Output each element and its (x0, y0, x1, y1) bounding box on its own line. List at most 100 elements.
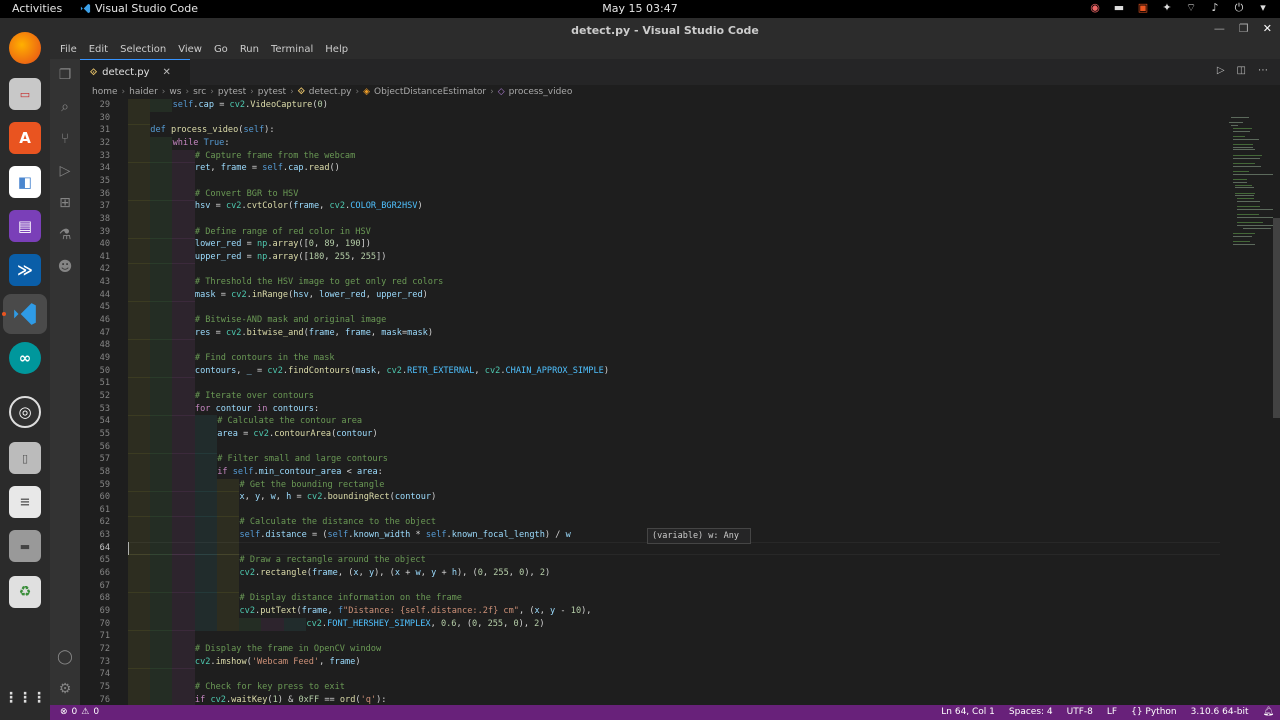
code-line[interactable]: 44 mask = cv2.inRange(hsv, lower_red, upp… (80, 288, 1225, 302)
code-line[interactable]: 36 # Convert BGR to HSV (80, 187, 1225, 201)
maximize-icon[interactable]: ❐ (1239, 22, 1249, 35)
code-line[interactable]: 39 # Define range of red color in HSV (80, 225, 1225, 239)
system-tray[interactable]: ◉ ▬ ▣ ✦ ⌔ ♪ ⏻ ▾ (1088, 1, 1270, 15)
show-apps-icon[interactable]: ⋮⋮⋮ (4, 682, 46, 714)
extensions-icon[interactable]: ⊞ (57, 195, 73, 211)
code-line[interactable]: 61 (80, 503, 1225, 517)
document-icon[interactable]: ≡ (9, 486, 41, 518)
breadcrumb-item[interactable]: home (92, 87, 118, 97)
python-interpreter[interactable]: 3.10.6 64-bit (1191, 707, 1249, 717)
code-line[interactable]: 54 # Calculate the contour area (80, 415, 1225, 429)
breadcrumb-item[interactable]: pytest (218, 87, 246, 97)
breadcrumb-item[interactable]: haider (129, 87, 158, 97)
title-bar[interactable]: detect.py - Visual Studio Code — ❐ ✕ (50, 18, 1280, 42)
code-line[interactable]: 75 # Check for key press to exit (80, 680, 1225, 694)
code-line[interactable]: 43 # Threshold the HSV image to get only … (80, 276, 1225, 290)
code-editor[interactable]: 29 self.cap = cv2.VideoCapture(0) 30 31 def … (80, 99, 1225, 705)
code-line[interactable]: 41 upper_red = np.array([180, 255, 255]) (80, 250, 1225, 264)
breadcrumb-item[interactable]: process_video (509, 87, 573, 97)
language-mode[interactable]: {} Python (1131, 707, 1177, 717)
files-icon[interactable]: ▭ (9, 78, 41, 110)
code-line[interactable]: 35 (80, 174, 1225, 188)
code-line[interactable]: 65 # Draw a rectangle around the object (80, 554, 1225, 568)
run-debug-icon[interactable]: ▷ (57, 163, 73, 179)
code-line[interactable]: 70 cv2.FONT_HERSHEY_SIMPLEX, 0.6, (0, 255… (80, 617, 1225, 631)
menu-go[interactable]: Go (208, 42, 234, 59)
menu-run[interactable]: Run (234, 42, 265, 59)
code-line[interactable]: 69 cv2.putText(frame, f"Distance: {self.d… (80, 605, 1225, 618)
drive-icon[interactable]: ▬ (9, 530, 41, 562)
code-line[interactable]: 49 # Find contours in the mask (80, 352, 1225, 365)
record-icon[interactable]: ◉ (1088, 1, 1102, 15)
minimap[interactable] (1225, 99, 1280, 705)
arduino-icon[interactable]: ∞ (9, 342, 41, 374)
code-line[interactable]: 53 for contour in contours: (80, 402, 1225, 416)
menu-file[interactable]: File (54, 42, 83, 59)
breadcrumb-item[interactable]: src (193, 87, 206, 97)
code-line[interactable]: 50 contours, _ = cv2.findContours(mask, c… (80, 364, 1225, 378)
menu-view[interactable]: View (172, 42, 208, 59)
problems-indicator[interactable]: ⊗ 0 ⚠ 0 (60, 707, 99, 717)
flathub-icon[interactable]: ◧ (9, 166, 41, 198)
scrollbar-thumb[interactable] (1273, 218, 1280, 418)
usb-drive-icon[interactable]: ▯ (9, 442, 41, 474)
menu-edit[interactable]: Edit (83, 42, 114, 59)
volume-icon[interactable]: ♪ (1208, 1, 1222, 15)
breadcrumb-item[interactable]: ObjectDistanceEstimator (374, 87, 486, 97)
power-icon[interactable]: ⏻ (1232, 1, 1246, 15)
settings-gear-icon[interactable]: ⚙ (57, 681, 73, 697)
code-line[interactable]: 67 (80, 579, 1225, 593)
network-icon[interactable]: ⌔ (1184, 1, 1198, 15)
run-python-file-icon[interactable]: ▷ (1217, 65, 1225, 76)
cursor-position[interactable]: Ln 64, Col 1 (941, 707, 995, 717)
media-icon[interactable]: ▣ (1136, 1, 1150, 15)
code-line[interactable]: 58 if self.min_contour_area < area: (80, 465, 1225, 479)
split-editor-icon[interactable]: ◫ (1237, 65, 1246, 76)
code-line[interactable]: 52 # Iterate over contours (80, 389, 1225, 403)
copilot-icon[interactable]: ☻ (57, 259, 73, 275)
search-icon[interactable]: ⌕ (57, 99, 73, 115)
code-line[interactable]: 71 (80, 630, 1225, 644)
notifications-bell-icon[interactable]: 🔔︎ (1263, 707, 1274, 717)
breadcrumb-item[interactable]: ws (169, 87, 181, 97)
code-line[interactable]: 74 (80, 668, 1225, 682)
code-line[interactable]: 34 ret, frame = self.cap.read() (80, 162, 1225, 176)
code-line[interactable]: 73 cv2.imshow('Webcam Feed', frame) (80, 655, 1225, 669)
code-line[interactable]: 42 (80, 263, 1225, 277)
activities-button[interactable]: Activities (12, 2, 62, 15)
accessibility-icon[interactable]: ✦ (1160, 1, 1174, 15)
code-line[interactable]: 33 # Capture frame from the webcam (80, 149, 1225, 163)
close-icon[interactable]: ✕ (1263, 22, 1272, 35)
firefox-icon[interactable] (9, 32, 41, 64)
close-tab-icon[interactable]: ✕ (163, 67, 171, 78)
code-line[interactable]: 31 def process_video(self): (80, 124, 1225, 138)
code-line[interactable]: 72 # Display the frame in OpenCV window (80, 642, 1225, 656)
code-line[interactable]: 55 area = cv2.contourArea(contour) (80, 427, 1225, 441)
screen-icon[interactable]: ▬ (1112, 1, 1126, 15)
breadcrumb-item[interactable]: pytest (258, 87, 286, 97)
code-line[interactable]: 56 (80, 440, 1225, 454)
code-line[interactable]: 30 (80, 111, 1225, 125)
account-icon[interactable]: ◯ (57, 649, 73, 665)
text-editor-icon[interactable]: ▤ (9, 210, 41, 242)
code-line[interactable]: 47 res = cv2.bitwise_and(frame, frame, ma… (80, 326, 1225, 340)
code-line[interactable]: 37 hsv = cv2.cvtColor(frame, cv2.COLOR_BG… (80, 200, 1225, 214)
code-line[interactable]: 51 (80, 377, 1225, 391)
menu-selection[interactable]: Selection (114, 42, 172, 59)
app-menu[interactable]: Visual Studio Code (80, 2, 198, 15)
code-line[interactable]: 45 (80, 301, 1225, 315)
code-line[interactable]: 32 while True: (80, 136, 1225, 150)
vscode-icon[interactable] (9, 298, 41, 330)
tab-detect-py[interactable]: ⟐ detect.py ✕ (80, 59, 190, 85)
code-line[interactable]: 38 (80, 212, 1225, 226)
chevron-down-icon[interactable]: ▾ (1256, 1, 1270, 15)
code-line[interactable]: 76 if cv2.waitKey(1) & 0xFF == ord('q'): (80, 693, 1225, 705)
minimize-icon[interactable]: — (1214, 22, 1225, 35)
software-center-icon[interactable]: A (9, 122, 41, 154)
code-line[interactable]: 57 # Filter small and large contours (80, 453, 1225, 467)
menu-terminal[interactable]: Terminal (265, 42, 319, 59)
source-control-icon[interactable]: ⑂ (57, 131, 73, 147)
indentation[interactable]: Spaces: 4 (1009, 707, 1053, 717)
breadcrumb-item[interactable]: detect.py (309, 87, 352, 97)
trash-icon[interactable]: ♻ (9, 576, 41, 608)
